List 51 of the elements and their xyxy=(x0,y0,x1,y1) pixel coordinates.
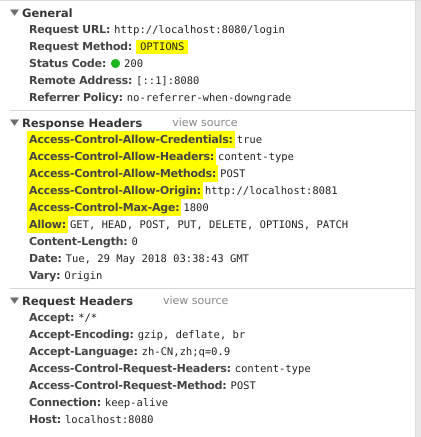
header-value: localhost:8080 xyxy=(64,414,154,426)
header-name: Request URL: xyxy=(29,23,110,36)
header-name: Access-Control-Max-Age: xyxy=(29,201,180,214)
header-name: Request Method: xyxy=(29,40,132,53)
header-value: content-type xyxy=(234,362,311,374)
header-name: Referrer Policy: xyxy=(29,91,123,104)
header-value: POST xyxy=(230,380,256,392)
view-source-link[interactable]: view source xyxy=(162,294,228,307)
header-value: 1800 xyxy=(183,202,209,214)
header-value: POST xyxy=(220,168,246,180)
header-value: [::1]:8080 xyxy=(136,74,200,86)
header-name: Connection: xyxy=(29,396,101,409)
header-value: http://localhost:8081 xyxy=(204,184,338,196)
header-name: Access-Control-Allow-Headers: xyxy=(29,150,214,163)
section-toggle[interactable]: Request Headers xyxy=(10,294,133,308)
header-value: GET, HEAD, POST, PUT, DELETE, OPTIONS, PATCH xyxy=(70,218,348,230)
header-name: Access-Control-Allow-Methods: xyxy=(29,167,216,180)
section-toggle[interactable]: General xyxy=(10,6,73,20)
header-value: zh-CN,zh;q=0.9 xyxy=(142,346,230,358)
header-value: true xyxy=(236,134,262,146)
header-name: Content-Length: xyxy=(29,235,128,248)
header-name: Access-Control-Allow-Origin: xyxy=(29,184,201,197)
header-name: Host: xyxy=(29,413,61,426)
header-name: Accept-Encoding: xyxy=(29,328,134,341)
header-value: gzip, deflate, br xyxy=(138,328,246,340)
header-name: Accept-Language: xyxy=(29,345,138,358)
scrollbar[interactable] xyxy=(415,1,421,437)
header-value: 0 xyxy=(132,236,138,248)
header-value: OPTIONS xyxy=(136,40,188,54)
header-name: Status Code: xyxy=(29,57,106,70)
header-name: Access-Control-Allow-Credentials: xyxy=(29,133,233,146)
section-toggle[interactable]: Response Headers xyxy=(10,116,142,130)
header-name: Vary: xyxy=(29,269,60,282)
header-name: Remote Address: xyxy=(29,74,132,87)
caret-down-icon xyxy=(10,296,19,305)
header-name: Access-Control-Request-Method: xyxy=(29,379,227,392)
header-value: keep-alive xyxy=(104,396,168,408)
header-value: http://localhost:8080/login xyxy=(114,24,285,36)
caret-down-icon xyxy=(10,8,19,17)
header-name: Access-Control-Request-Headers: xyxy=(29,362,231,375)
header-value: Tue, 29 May 2018 03:38:43 GMT xyxy=(66,252,249,264)
header-value: content-type xyxy=(218,150,294,162)
caret-down-icon xyxy=(10,118,19,127)
view-source-link[interactable]: view source xyxy=(172,116,238,129)
header-name: Date: xyxy=(29,252,62,265)
header-name: Allow: xyxy=(29,218,66,231)
header-value: Origin xyxy=(64,270,102,282)
header-value: 200 xyxy=(124,58,144,70)
header-value: no-referrer-when-downgrade xyxy=(126,92,292,104)
header-name: Accept: xyxy=(29,311,74,324)
header-value: */* xyxy=(78,312,98,324)
